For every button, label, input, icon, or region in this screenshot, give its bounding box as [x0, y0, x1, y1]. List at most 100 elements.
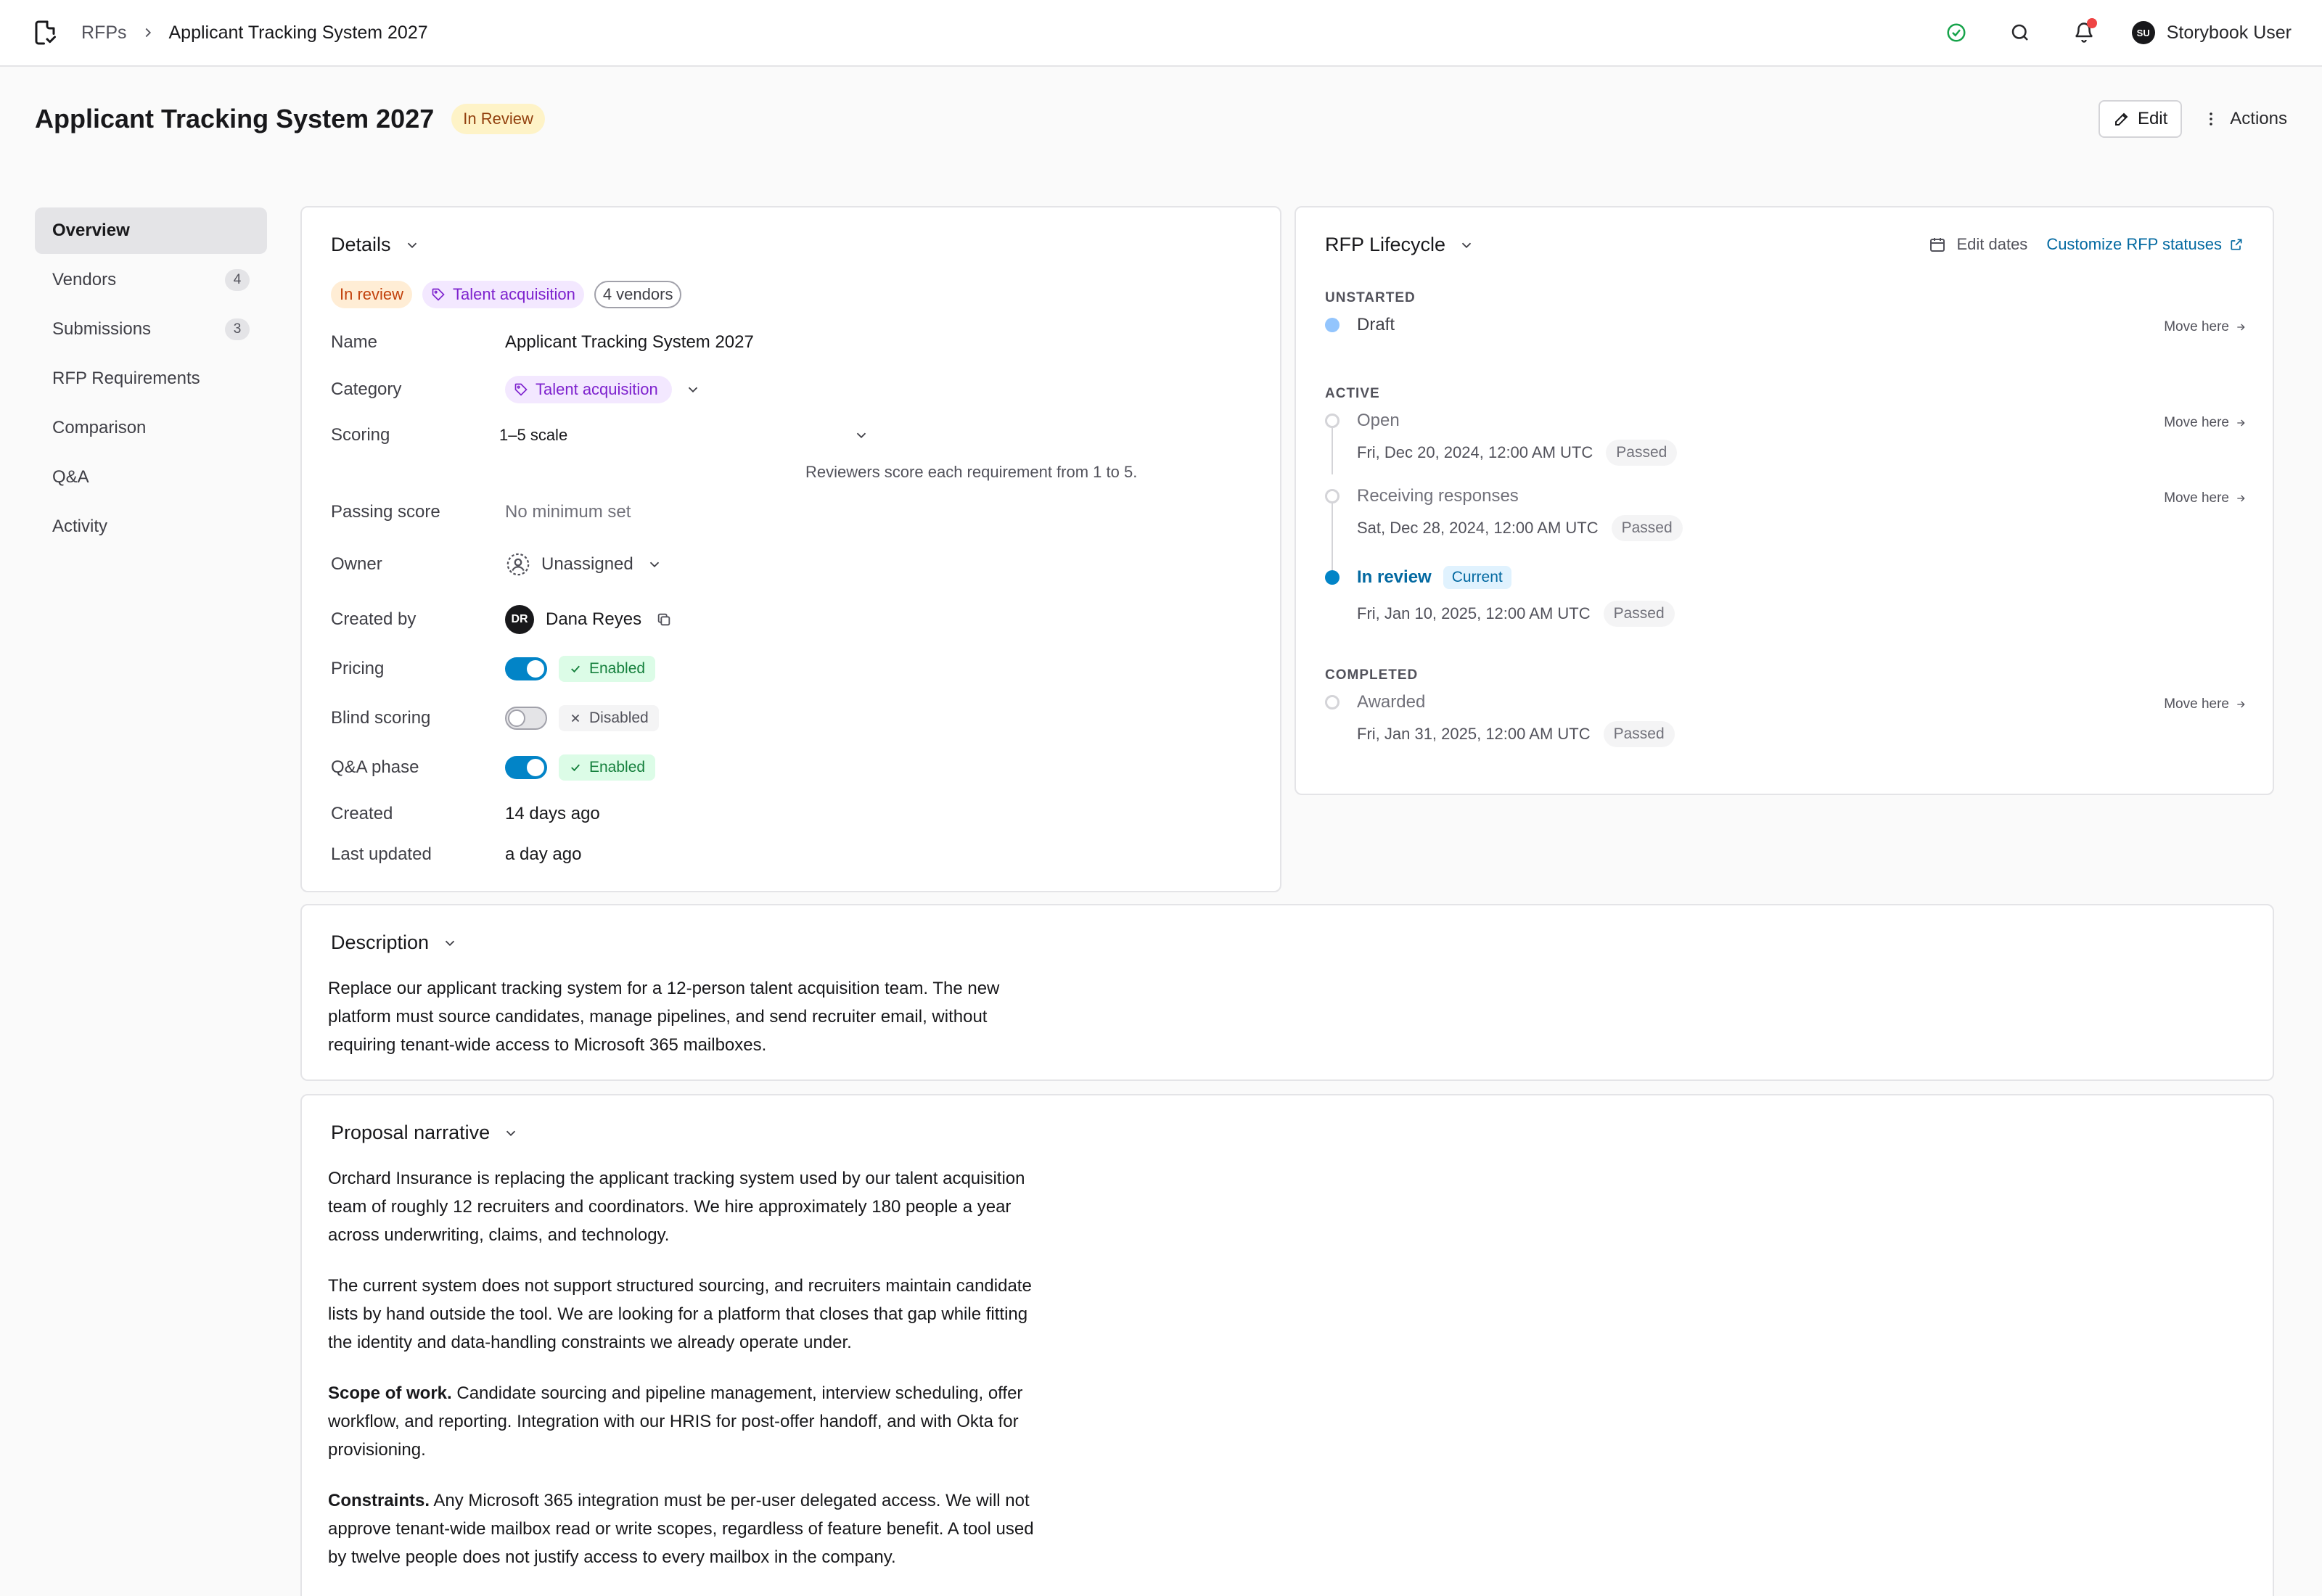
step-date-row: Fri, Jan 10, 2025, 12:00 AM UTC Passed	[1357, 601, 1675, 627]
nav-item-overview[interactable]: Overview	[35, 207, 267, 254]
step-dot	[1325, 695, 1340, 709]
field-label: Name	[331, 332, 378, 352]
paragraph-body: Any Microsoft 365 integration must be pe…	[328, 1491, 1034, 1567]
category-tag: Talent acquisition	[422, 281, 584, 308]
passed-badge: Passed	[1606, 440, 1678, 466]
customize-statuses-link[interactable]: Customize RFP statuses	[2046, 235, 2244, 254]
nav-item-activity[interactable]: Activity	[35, 503, 267, 550]
paragraph-lead: Scope of work.	[328, 1383, 452, 1403]
arrow-right-icon	[2237, 324, 2245, 331]
owner-select[interactable]: Unassigned	[505, 551, 662, 577]
chevron-right-icon	[140, 25, 156, 41]
nav-item-submissions[interactable]: Submissions 3	[35, 306, 267, 353]
timeline-connector	[1332, 427, 1333, 474]
actions-button-label: Actions	[2230, 109, 2287, 128]
field-name: Name Applicant Tracking System 2027	[331, 332, 754, 353]
details-title: Details	[331, 234, 391, 255]
actions-button[interactable]: Actions	[2202, 102, 2287, 136]
nav-item-vendors[interactable]: Vendors 4	[35, 257, 267, 303]
move-here-button[interactable]: Move here	[2164, 319, 2247, 335]
chevron-down-icon	[647, 556, 662, 572]
edit-button[interactable]: Edit	[2098, 100, 2183, 138]
created-by-value: DR Dana Reyes	[505, 605, 672, 634]
nav-item-label: Vendors	[52, 270, 117, 289]
section-completed: COMPLETED	[1325, 667, 1419, 683]
description-text: Replace our applicant tracking system fo…	[328, 974, 1039, 1059]
category-select[interactable]: Talent acquisition	[505, 376, 701, 403]
nav-item-label: Activity	[52, 517, 108, 536]
step-header: Draft	[1325, 315, 1395, 335]
paragraph-lead: Constraints.	[328, 1491, 430, 1510]
nav-item-qa[interactable]: Q&A	[35, 454, 267, 501]
pricing-toggle[interactable]	[505, 657, 547, 680]
nav-item-label: Overview	[52, 221, 130, 240]
section-unstarted: UNSTARTED	[1325, 290, 1416, 305]
notification-bell-icon[interactable]	[2068, 17, 2100, 49]
field-passing-score: Passing score No minimum set	[331, 502, 631, 522]
chevron-down-icon	[445, 940, 455, 946]
created-by-name: Dana Reyes	[546, 609, 642, 629]
field-created-by: Created by DR Dana Reyes	[331, 605, 672, 634]
step-header: Open	[1325, 411, 1400, 431]
notification-dot	[2086, 18, 2097, 28]
search-icon[interactable]	[2004, 17, 2036, 49]
step-header: Receiving responses	[1325, 486, 1519, 506]
owner-value: Unassigned	[541, 554, 633, 574]
passed-badge: Passed	[1603, 721, 1675, 747]
chevron-down-icon	[856, 432, 866, 439]
edit-button-label: Edit	[2137, 109, 2168, 128]
step-name: Open	[1357, 411, 1400, 430]
step-name: In review	[1357, 567, 1432, 587]
move-here-label: Move here	[2164, 696, 2229, 712]
passed-badge: Passed	[1611, 515, 1683, 541]
field-label: Created by	[331, 609, 417, 629]
scoring-value: 1–5 scale	[499, 426, 568, 444]
nav-item-rfp-requirements[interactable]: RFP Requirements	[35, 355, 267, 402]
move-here-button[interactable]: Move here	[2164, 696, 2247, 712]
check-icon	[571, 665, 580, 673]
state-label: Enabled	[589, 759, 646, 776]
blind-scoring-toggle[interactable]	[505, 707, 547, 730]
field-label: Owner	[331, 554, 382, 574]
qa-phase-toggle[interactable]	[505, 756, 547, 779]
edit-dates-label: Edit dates	[1956, 235, 2028, 253]
status-badge: In Review	[451, 104, 545, 134]
field-label: Passing score	[331, 502, 440, 522]
tag-icon	[514, 383, 528, 396]
step-name: Awarded	[1357, 692, 1426, 712]
step-date: Fri, Dec 20, 2024, 12:00 AM UTC	[1357, 443, 1593, 461]
description-toggle[interactable]: Description	[331, 931, 2244, 954]
category-chip: Talent acquisition	[505, 376, 672, 403]
created-value: 14 days ago	[505, 804, 600, 823]
nav-item-comparison[interactable]: Comparison	[35, 405, 267, 451]
step-dot	[1325, 489, 1340, 503]
count-badge: 4	[225, 269, 250, 291]
user-menu[interactable]: SU Storybook User	[2131, 21, 2292, 44]
field-created: Created 14 days ago	[331, 804, 600, 824]
nav-item-label: Submissions	[52, 319, 152, 339]
move-here-button[interactable]: Move here	[2164, 490, 2247, 506]
field-label: Category	[331, 379, 402, 399]
category-value: Talent acquisition	[536, 380, 658, 398]
user-name: Storybook User	[2166, 22, 2292, 43]
check-circle-icon[interactable]	[1940, 17, 1972, 49]
arrow-right-icon	[2237, 495, 2245, 502]
state-label: Disabled	[589, 709, 649, 726]
pencil-icon	[2114, 112, 2128, 126]
narrative-toggle[interactable]: Proposal narrative	[331, 1122, 2244, 1144]
app-logo-icon[interactable]	[30, 18, 60, 47]
narrative-title: Proposal narrative	[331, 1122, 491, 1143]
breadcrumb-rfps[interactable]: RFPs	[81, 22, 127, 44]
edit-dates-button[interactable]: Edit dates	[1929, 235, 2027, 254]
chevron-down-icon	[1461, 242, 1472, 248]
field-blind-scoring: Blind scoring Disabled	[331, 705, 659, 731]
passing-score-value[interactable]: No minimum set	[505, 502, 631, 522]
move-here-button[interactable]: Move here	[2164, 415, 2247, 431]
details-toggle[interactable]: Details	[331, 234, 1251, 256]
copy-icon[interactable]	[656, 612, 672, 628]
move-here-label: Move here	[2164, 490, 2229, 506]
step-date: Fri, Jan 10, 2025, 12:00 AM UTC	[1357, 604, 1591, 622]
page-header: Applicant Tracking System 2027 In Review…	[35, 100, 2287, 138]
scoring-select[interactable]: 1–5 scale	[499, 426, 869, 445]
field-label: Scoring	[331, 425, 390, 445]
